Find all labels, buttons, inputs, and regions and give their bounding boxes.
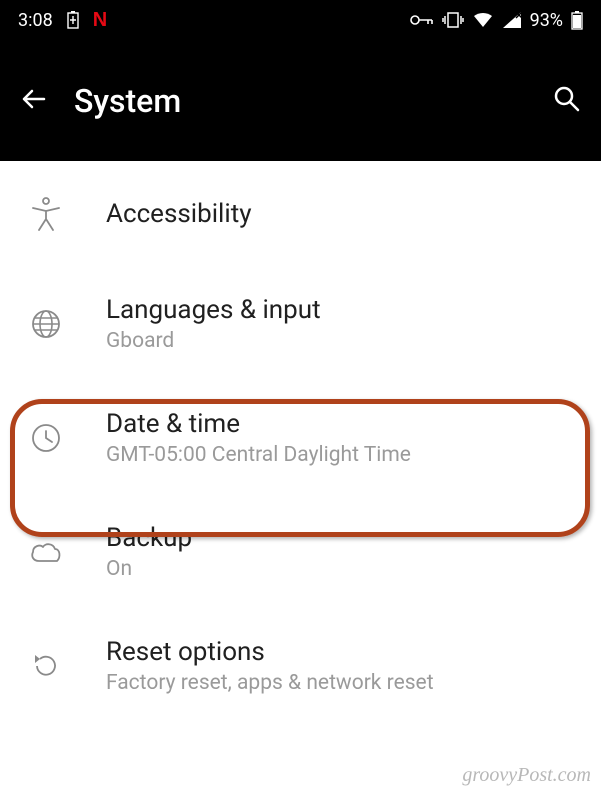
settings-item-subtitle: On: [106, 557, 192, 581]
settings-item-title: Reset options: [106, 637, 434, 667]
netflix-icon: N: [93, 9, 107, 32]
settings-item-subtitle: Factory reset, apps & network reset: [106, 671, 434, 695]
key-icon: [410, 13, 434, 27]
back-button[interactable]: [18, 83, 50, 119]
settings-item-title: Backup: [106, 523, 192, 553]
wifi-icon: [472, 11, 494, 29]
status-time: 3:08: [18, 10, 53, 31]
settings-item-title: Languages & input: [106, 295, 321, 325]
status-left: 3:08 N: [18, 9, 107, 32]
globe-icon: [24, 309, 68, 339]
settings-item-languages[interactable]: Languages & input Gboard: [0, 267, 601, 381]
reset-icon: [24, 651, 68, 681]
clock-icon: [24, 423, 68, 453]
watermark: groovyPost.com: [462, 764, 591, 787]
settings-item-title: Date & time: [106, 409, 411, 439]
page-title: System: [74, 82, 551, 120]
signal-icon: [502, 11, 522, 29]
settings-item-backup[interactable]: Backup On: [0, 495, 601, 609]
app-header: System: [0, 40, 601, 161]
vibrate-icon: [442, 11, 464, 29]
battery-percentage: 93%: [530, 10, 563, 31]
settings-item-reset[interactable]: Reset options Factory reset, apps & netw…: [0, 609, 601, 723]
settings-item-accessibility[interactable]: Accessibility: [0, 161, 601, 267]
settings-item-subtitle: GMT-05:00 Central Daylight Time: [106, 443, 411, 467]
cloud-icon: [24, 539, 68, 565]
status-right: 93%: [410, 10, 583, 31]
settings-list: Accessibility Languages & input Gboard D…: [0, 161, 601, 723]
settings-item-subtitle: Gboard: [106, 329, 321, 353]
battery-saver-icon: [67, 11, 79, 29]
search-button[interactable]: [551, 83, 583, 119]
accessibility-icon: [24, 197, 68, 231]
settings-item-datetime[interactable]: Date & time GMT-05:00 Central Daylight T…: [0, 381, 601, 495]
settings-item-title: Accessibility: [106, 199, 252, 229]
status-bar: 3:08 N 93%: [0, 0, 601, 40]
battery-icon: [571, 10, 583, 30]
